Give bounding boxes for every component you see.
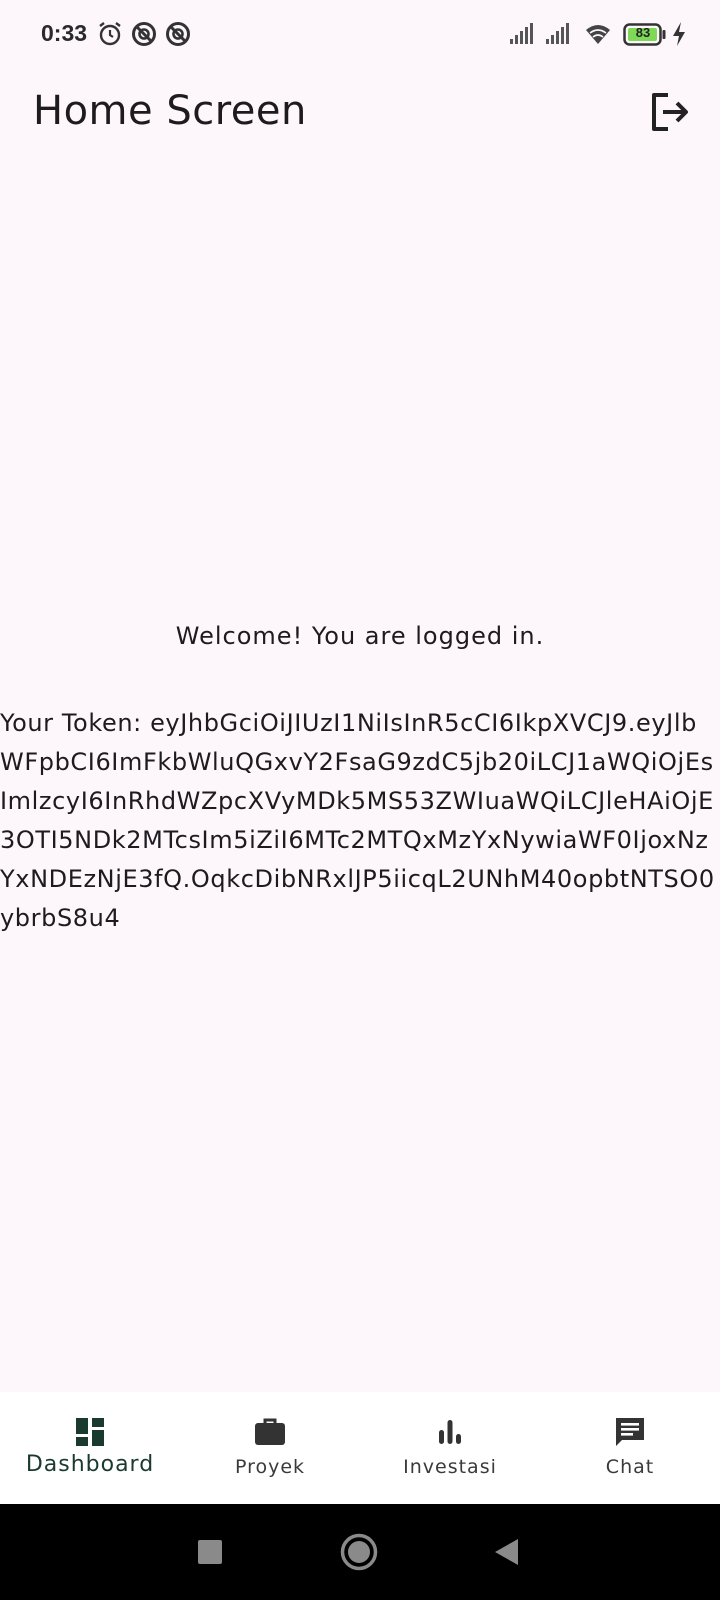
briefcase-icon [255,1418,285,1445]
system-navigation-bar [0,1504,720,1600]
recents-icon [198,1540,222,1564]
home-button[interactable] [337,1530,381,1574]
home-icon [340,1533,378,1571]
signal-icon [546,23,569,44]
status-bar: 0:33 83 [0,0,720,70]
status-time: 0:33 [41,20,88,46]
do-not-disturb-icon [132,22,156,46]
back-icon [495,1539,518,1565]
welcome-message: Welcome! You are logged in. [175,622,545,650]
alarm-icon [99,22,121,46]
token-text: Your Token: eyJhbGciOiJIUzI1NiIsInR5cCI6… [0,709,715,932]
nav-item-investasi[interactable]: Investasi [360,1392,540,1504]
logout-button[interactable] [644,86,696,138]
back-button[interactable] [484,1530,528,1574]
dashboard-icon [76,1418,104,1446]
nav-label-chat: Chat [605,1456,655,1478]
logout-icon [652,93,688,131]
nav-item-chat[interactable]: Chat [540,1392,720,1504]
nav-label-dashboard: Dashboard [25,1452,155,1477]
charging-icon [673,22,685,46]
app-bar: Home Screen [0,70,720,154]
recents-button[interactable] [188,1530,232,1574]
battery-level: 83 [635,25,651,40]
nav-label-proyek: Proyek [234,1456,306,1478]
bottom-navigation: Dashboard Proyek Investasi Chat [0,1392,720,1504]
nav-item-proyek[interactable]: Proyek [180,1392,360,1504]
nav-label-investasi: Investasi [403,1456,497,1478]
bar-chart-icon [439,1420,461,1444]
page-title: Home Screen [33,88,307,134]
do-not-disturb-icon [166,22,190,46]
signal-icon [510,23,533,44]
wifi-icon [586,25,610,44]
chat-icon [616,1418,644,1446]
nav-item-dashboard[interactable]: Dashboard [0,1392,180,1504]
